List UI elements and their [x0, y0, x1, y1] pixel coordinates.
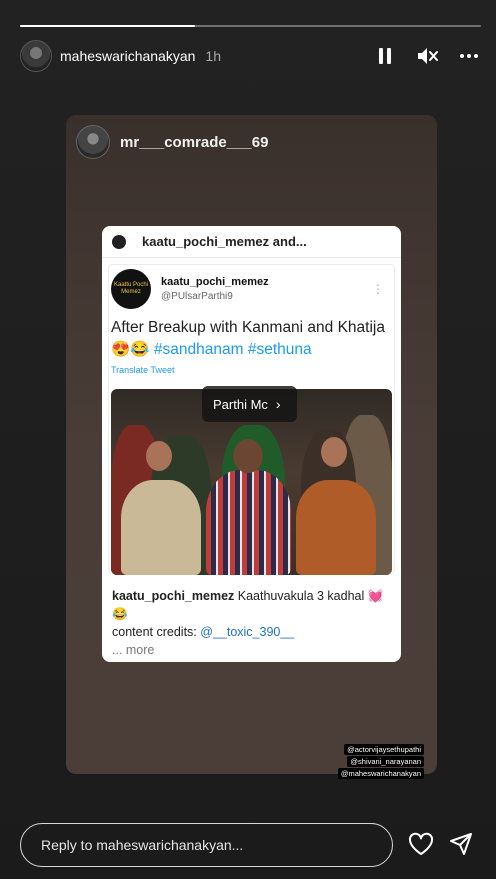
heart-icon[interactable] — [407, 830, 435, 858]
header-controls — [374, 45, 480, 67]
photo-figure — [206, 470, 291, 575]
tweet-avatar: Kaattu Pochi Memez — [111, 269, 151, 309]
mention-stickers: @actorvijaysethupathi @shivani_narayanan… — [334, 744, 424, 779]
caption-credits: content credits: @__toxic_390__ — [112, 623, 392, 641]
mute-icon[interactable] — [416, 45, 438, 67]
tweet-handle: @PUlsarParthi9 — [161, 291, 233, 302]
avatar[interactable] — [20, 40, 52, 72]
story-progress-bar — [20, 25, 481, 27]
story-header: maheswarichanakyan 1h — [20, 40, 480, 72]
tweet-hashtags: #sandhanam #sethuna — [153, 341, 312, 358]
story-progress-fill — [20, 25, 196, 27]
story-screen: maheswarichanakyan 1h mr___comrade___69 … — [0, 0, 496, 879]
shared-user-avatar[interactable] — [76, 125, 110, 159]
post-caption: kaatu_pochi_memez Kaathuvakula 3 kadhal … — [112, 587, 392, 659]
photo-face — [321, 437, 347, 467]
tweet-names: kaatu_pochi_memez @PUlsarParthi9 — [161, 276, 269, 302]
embedded-post[interactable]: kaatu_pochi_memez and... Kaattu Pochi Me… — [102, 226, 401, 662]
story-time: 1h — [205, 48, 221, 64]
more-icon[interactable] — [458, 45, 480, 67]
photo-face — [233, 439, 263, 473]
shared-post-card[interactable]: mr___comrade___69 kaatu_pochi_memez and.… — [66, 115, 437, 774]
embedded-post-title: kaatu_pochi_memez and... — [142, 234, 307, 249]
photo-figure — [296, 480, 376, 575]
caption-more[interactable]: ... more — [112, 641, 392, 659]
translate-tweet: Translate Tweet — [111, 365, 175, 375]
reply-input[interactable]: Reply to maheswarichanakyan... — [20, 823, 393, 867]
tweet-text: After Breakup with Kanmani and Khatija😍😂… — [111, 317, 394, 361]
mention-sticker[interactable]: @actorvijaysethupathi — [344, 744, 424, 755]
embedded-post-avatar — [112, 234, 126, 249]
mention-sticker[interactable]: @maheswarichanakyan — [337, 768, 424, 779]
chevron-right-icon: › — [275, 396, 281, 412]
photo-figure — [121, 480, 201, 575]
credits-label: content credits: — [112, 625, 197, 639]
credits-link[interactable]: @__toxic_390__ — [200, 625, 294, 639]
tweet-header: Kaattu Pochi Memez kaatu_pochi_memez @PU… — [111, 269, 394, 309]
story-username[interactable]: maheswarichanakyan — [60, 48, 195, 64]
mention-sticker[interactable]: @shivani_narayanan — [347, 756, 424, 767]
tweet-more-icon: ⋮ — [372, 282, 384, 296]
tag-popup-label: Parthi Mc — [213, 396, 268, 412]
photo-face — [146, 441, 172, 471]
caption-username[interactable]: kaatu_pochi_memez — [112, 589, 234, 603]
shared-username[interactable]: mr___comrade___69 — [120, 134, 268, 151]
tweet-name: kaatu_pochi_memez — [161, 276, 269, 288]
shared-post-header: mr___comrade___69 — [76, 125, 268, 159]
tag-popup[interactable]: Parthi Mc › — [202, 386, 297, 422]
pause-icon[interactable] — [374, 45, 396, 67]
send-icon[interactable] — [447, 830, 475, 858]
caption-line: kaatu_pochi_memez Kaathuvakula 3 kadhal … — [112, 587, 392, 623]
reply-placeholder: Reply to maheswarichanakyan... — [41, 837, 244, 853]
embedded-post-header: kaatu_pochi_memez and... — [102, 226, 401, 258]
